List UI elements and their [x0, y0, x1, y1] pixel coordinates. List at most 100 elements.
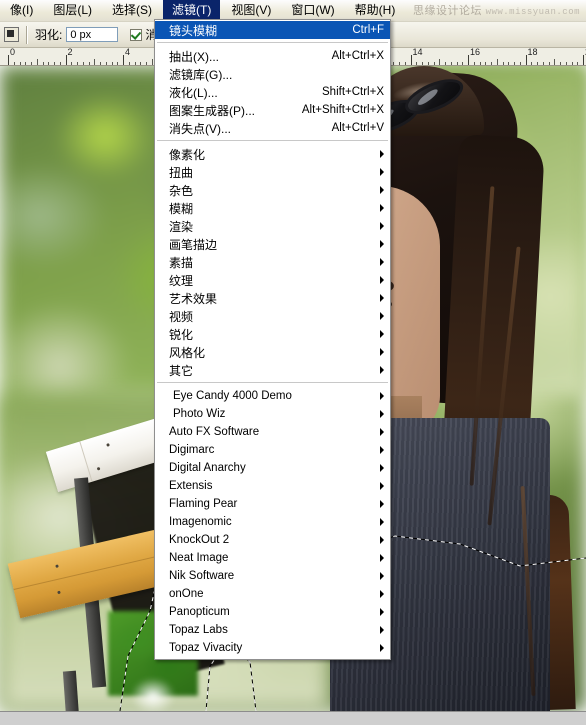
photoshop-window: 像(I) 图层(L) 选择(S) 滤镜(T) 视图(V) 窗口(W) 帮助(H) 思缘设计论…: [0, 0, 586, 725]
menu-item-label: Imagenomic: [169, 516, 232, 528]
menu-item[interactable]: 滤镜库(G)...: [155, 65, 390, 83]
menu-item[interactable]: Topaz Vivacity: [155, 639, 390, 657]
menubar-item-3[interactable]: 滤镜(T): [163, 0, 221, 21]
menu-item-label: 抽出(X)...: [169, 49, 219, 64]
selection-intersect-icon[interactable]: [4, 27, 19, 42]
ruler-tick-minor: [445, 62, 446, 65]
menu-item[interactable]: Nik Software: [155, 567, 390, 585]
submenu-arrow-icon: [380, 222, 384, 230]
menu-item-label: 视频: [169, 309, 194, 324]
menu-item-label: 滤镜库(G)...: [169, 67, 233, 82]
menu-separator: [157, 382, 388, 384]
ruler-tick-major: [65, 55, 67, 65]
ruler-tick-minor: [456, 62, 458, 65]
menu-item[interactable]: Digimarc: [155, 441, 390, 459]
watermark-cn: 思缘设计论坛: [413, 5, 483, 17]
foreground-flower: [118, 666, 188, 711]
ruler-label: 2: [67, 48, 73, 57]
menu-item[interactable]: 其它: [155, 361, 390, 379]
menu-item[interactable]: Panopticum: [155, 603, 390, 621]
menu-item[interactable]: 杂色: [155, 181, 390, 199]
menu-item[interactable]: 风格化: [155, 343, 390, 361]
ruler-tick-minor: [393, 62, 395, 65]
menu-item[interactable]: Eye Candy 4000 Demo: [155, 387, 390, 405]
submenu-arrow-icon: [380, 482, 384, 490]
menu-item[interactable]: 锐化: [155, 325, 390, 343]
menu-item-label: Nik Software: [169, 570, 235, 582]
menu-item-shortcut: Shift+Ctrl+X: [322, 86, 384, 98]
ruler-tick-major: [525, 55, 527, 65]
menu-item-label: 画笔描边: [169, 237, 218, 252]
menu-item[interactable]: 素描: [155, 253, 390, 271]
ruler-label: 4: [125, 48, 131, 57]
submenu-arrow-icon: [380, 626, 384, 634]
ruler-label: 18: [527, 48, 538, 57]
menu-item[interactable]: Auto FX Software: [155, 423, 390, 441]
ruler-tick-minor: [134, 62, 136, 65]
ruler-tick-minor: [19, 62, 21, 65]
menu-item[interactable]: 扭曲: [155, 163, 390, 181]
ruler-tick-minor: [496, 59, 498, 65]
menu-item-label: 图案生成器(P)...: [169, 103, 255, 118]
menu-item[interactable]: Extensis: [155, 477, 390, 495]
feather-input[interactable]: 0 px: [66, 27, 119, 42]
menubar-item-2[interactable]: 选择(S): [103, 0, 161, 21]
menu-item[interactable]: 视频: [155, 307, 390, 325]
submenu-arrow-icon: [380, 294, 384, 302]
menu-item[interactable]: 像素化: [155, 145, 390, 163]
menu-item[interactable]: 图案生成器(P)... Alt+Shift+Ctrl+X: [155, 101, 390, 119]
menubar-item-6[interactable]: 帮助(H): [346, 0, 405, 21]
menu-item[interactable]: 模糊: [155, 199, 390, 217]
menu-item[interactable]: Imagenomic: [155, 513, 390, 531]
submenu-arrow-icon: [380, 366, 384, 374]
menu-item[interactable]: 镜头模糊 Ctrl+F: [155, 21, 390, 39]
menu-item[interactable]: 消失点(V)... Alt+Ctrl+V: [155, 119, 390, 137]
menu-item-label: Eye Candy 4000 Demo: [173, 390, 292, 402]
menu-item-label: Digimarc: [169, 444, 215, 456]
menu-item[interactable]: KnockOut 2: [155, 531, 390, 549]
filter-dropdown-menu[interactable]: 镜头模糊 Ctrl+F 抽出(X)... Alt+Ctrl+X 滤镜库(G)... 液化(…: [154, 19, 391, 660]
submenu-arrow-icon: [380, 500, 384, 508]
menu-item[interactable]: 液化(L)... Shift+Ctrl+X: [155, 83, 390, 101]
ruler-tick-minor: [531, 62, 533, 65]
menubar-item-5[interactable]: 窗口(W): [282, 0, 343, 21]
menu-item[interactable]: Photo Wiz: [155, 405, 390, 423]
lens-gleam-right: [416, 87, 440, 108]
menu-item[interactable]: 抽出(X)... Alt+Ctrl+X: [155, 47, 390, 65]
menu-item-label: 纹理: [169, 273, 194, 288]
menu-item-label: 其它: [169, 363, 194, 378]
ruler-tick-minor: [502, 62, 504, 65]
ruler-tick-minor: [82, 62, 84, 65]
ruler-tick-minor: [462, 62, 464, 65]
menu-item[interactable]: Neat Image: [155, 549, 390, 567]
menu-item[interactable]: 渲染: [155, 217, 390, 235]
ruler-tick-minor: [42, 62, 44, 65]
menubar-item-4[interactable]: 视图(V): [222, 0, 280, 21]
menu-item[interactable]: 艺术效果: [155, 289, 390, 307]
submenu-arrow-icon: [380, 590, 384, 598]
menu-item-label: 镜头模糊: [169, 23, 218, 38]
ruler-tick-minor: [433, 62, 435, 65]
menu-item[interactable]: Topaz Labs: [155, 621, 390, 639]
ruler-tick-minor: [422, 62, 423, 65]
ruler-tick-minor: [151, 59, 153, 65]
menu-item-label: 渲染: [169, 219, 194, 234]
menu-item[interactable]: 画笔描边: [155, 235, 390, 253]
antialias-checkbox[interactable]: [130, 28, 143, 41]
ruler-tick-minor: [59, 62, 61, 65]
menu-item[interactable]: Digital Anarchy: [155, 459, 390, 477]
ruler-tick-major: [123, 55, 124, 65]
submenu-arrow-icon: [380, 518, 384, 526]
ruler-tick-minor: [416, 62, 418, 65]
ruler-tick-minor: [399, 62, 400, 65]
menu-item-label: Topaz Labs: [169, 624, 228, 636]
submenu-arrow-icon: [380, 644, 384, 652]
menubar-item-0[interactable]: 像(I): [1, 0, 42, 21]
options-divider: [26, 25, 27, 44]
menu-item[interactable]: 纹理: [155, 271, 390, 289]
menubar-item-1[interactable]: 图层(L): [44, 0, 101, 21]
submenu-arrow-icon: [380, 312, 384, 320]
menu-item[interactable]: Flaming Pear: [155, 495, 390, 513]
menu-item[interactable]: onOne: [155, 585, 390, 603]
menu-separator: [157, 140, 388, 142]
